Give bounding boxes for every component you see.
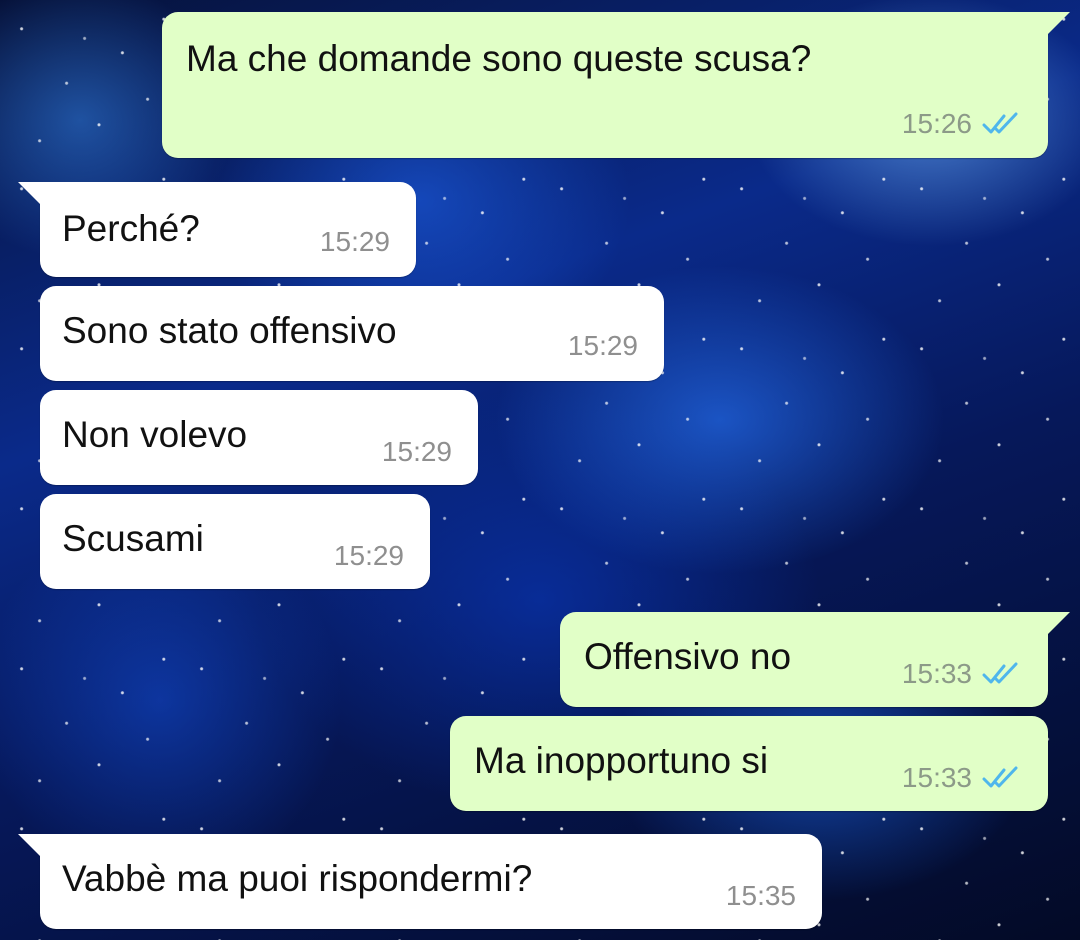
message-meta: 15:29 bbox=[382, 436, 452, 468]
message-time: 15:29 bbox=[333, 540, 404, 571]
message-text: Ma inopportuno si bbox=[474, 740, 769, 781]
message-meta: 15:33 bbox=[902, 658, 1020, 690]
incoming-message[interactable]: Perché? 15:29 bbox=[18, 182, 416, 277]
message-text: Non volevo bbox=[62, 414, 248, 455]
message-time: 15:33 bbox=[901, 658, 972, 689]
message-meta: 15:29 bbox=[334, 540, 404, 572]
message-text: Offensivo no bbox=[584, 636, 792, 677]
message-meta: 15:33 bbox=[902, 762, 1020, 794]
read-check-icon bbox=[982, 112, 1018, 134]
message-text: Scusami bbox=[62, 518, 204, 559]
incoming-message[interactable]: Vabbè ma puoi rispondermi? 15:35 bbox=[18, 834, 822, 929]
read-check-icon bbox=[982, 766, 1018, 788]
message-text: Vabbè ma puoi rispondermi? bbox=[62, 858, 533, 899]
incoming-message[interactable]: Scusami 15:29 bbox=[40, 494, 430, 589]
message-meta: 15:35 bbox=[726, 880, 796, 912]
message-time: 15:26 bbox=[901, 108, 972, 139]
outgoing-message[interactable]: Ma inopportuno si 15:33 bbox=[450, 716, 1048, 811]
message-time: 15:29 bbox=[381, 436, 452, 467]
message-text: Ma che domande sono queste scusa? bbox=[186, 38, 812, 79]
message-time: 15:29 bbox=[319, 226, 390, 257]
read-check-icon bbox=[982, 662, 1018, 684]
incoming-message[interactable]: Non volevo 15:29 bbox=[40, 390, 478, 485]
message-time: 15:35 bbox=[725, 880, 796, 911]
message-time: 15:33 bbox=[901, 762, 972, 793]
message-meta: 15:29 bbox=[568, 330, 638, 362]
message-text: Sono stato offensivo bbox=[62, 310, 397, 351]
incoming-message[interactable]: Sono stato offensivo 15:29 bbox=[40, 286, 664, 381]
message-meta: 15:29 bbox=[320, 226, 390, 258]
outgoing-message[interactable]: Ma che domande sono queste scusa? 15:26 bbox=[162, 12, 1070, 158]
outgoing-message[interactable]: Offensivo no 15:33 bbox=[560, 612, 1070, 707]
message-meta: 15:26 bbox=[902, 108, 1020, 140]
message-time: 15:29 bbox=[567, 330, 638, 361]
message-text: Perché? bbox=[62, 208, 200, 249]
